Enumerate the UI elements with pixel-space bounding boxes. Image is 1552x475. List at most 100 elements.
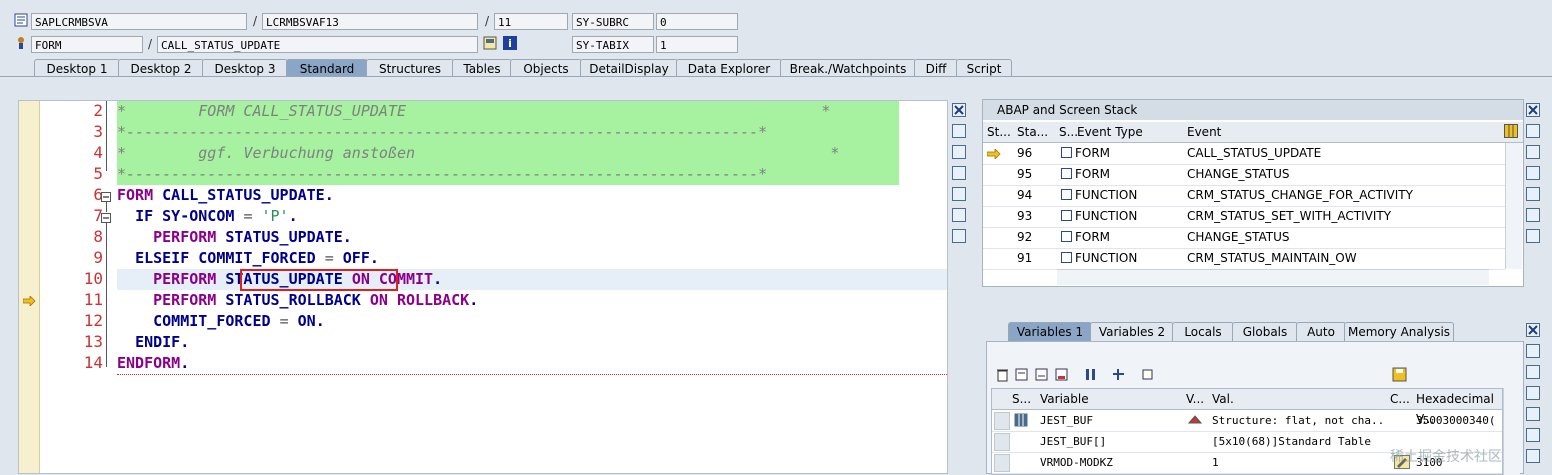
- current-frame-arrow-icon: [986, 148, 1001, 162]
- column-header[interactable]: Val.: [1212, 389, 1234, 409]
- event-type-field[interactable]: FORM: [31, 36, 143, 53]
- info-icon[interactable]: i: [503, 36, 517, 50]
- row-selector[interactable]: [994, 412, 1010, 430]
- display-icon[interactable]: [483, 36, 497, 50]
- tab-break-watchpoints[interactable]: Break./Watchpoints: [780, 59, 916, 77]
- variable-hex: 35003000340(: [1416, 414, 1496, 427]
- close-icon[interactable]: [1526, 103, 1540, 117]
- toolbar-icon-5[interactable]: [1083, 367, 1098, 382]
- close-icon[interactable]: [1526, 323, 1540, 337]
- tab-standard[interactable]: Standard: [286, 59, 368, 77]
- breakpoint-gutter[interactable]: [19, 101, 40, 473]
- tab-variables-1[interactable]: Variables 1: [1008, 322, 1092, 341]
- services-icon[interactable]: [1526, 208, 1540, 222]
- include-field[interactable]: LCRMBSVAF13: [262, 13, 478, 30]
- services-icon[interactable]: [1526, 428, 1540, 442]
- close-icon[interactable]: [952, 103, 966, 117]
- line-number: 11: [83, 290, 103, 309]
- stack-rows: 96 FORM CALL_STATUS_UPDATE 95 FORM CHANG…: [983, 143, 1505, 270]
- fold-guide: [106, 222, 107, 344]
- column-header[interactable]: Variable: [1040, 389, 1089, 409]
- tab-locals[interactable]: Locals: [1172, 322, 1234, 341]
- tab-memory-analysis[interactable]: Memory Analysis: [1344, 322, 1454, 341]
- stack-level: 95: [1017, 167, 1033, 181]
- tab-tables[interactable]: Tables: [452, 59, 512, 77]
- tab-desktop-1[interactable]: Desktop 1: [34, 59, 120, 77]
- variable-name: JEST_BUF: [1040, 414, 1093, 427]
- column-header[interactable]: C...: [1390, 389, 1410, 409]
- stack-type: FUNCTION: [1061, 185, 1137, 206]
- punct: .: [180, 354, 190, 372]
- toolbar-icon-4[interactable]: [1054, 367, 1069, 382]
- tab-objects[interactable]: Objects: [510, 59, 582, 77]
- column-header[interactable]: Event Type: [1077, 122, 1143, 142]
- program-field[interactable]: SAPLCRMBSVA: [31, 13, 247, 30]
- stack-row[interactable]: 92 FORM CHANGE_STATUS: [983, 227, 1505, 249]
- restore-icon[interactable]: [1526, 166, 1540, 180]
- tab-desktop-3[interactable]: Desktop 3: [202, 59, 288, 77]
- stack-row[interactable]: 95 FORM CHANGE_STATUS: [983, 164, 1505, 186]
- variables-vertical-scrollbar[interactable]: [1503, 388, 1520, 475]
- resize-icon[interactable]: [1526, 187, 1540, 201]
- swap-tool-icon[interactable]: [1526, 344, 1540, 358]
- swap-tool-icon[interactable]: [952, 145, 966, 159]
- tab-globals[interactable]: Globals: [1232, 322, 1298, 341]
- settings-icon[interactable]: [952, 229, 966, 243]
- column-header[interactable]: Event: [1187, 122, 1221, 142]
- toolbar-icon-3[interactable]: [1034, 367, 1049, 382]
- tab-auto[interactable]: Auto: [1296, 322, 1346, 341]
- stack-row[interactable]: 94 FUNCTION CRM_STATUS_CHANGE_FOR_ACTIVI…: [983, 185, 1505, 207]
- stack-row[interactable]: 96 FORM CALL_STATUS_UPDATE: [983, 143, 1505, 165]
- settings-icon[interactable]: [1526, 229, 1540, 243]
- tab-structures[interactable]: Structures: [366, 59, 454, 77]
- resize-icon[interactable]: [952, 187, 966, 201]
- settings-icon[interactable]: [1526, 449, 1540, 463]
- event-type-icon: [1061, 252, 1072, 263]
- toolbar-icon-6[interactable]: [1111, 367, 1126, 382]
- stack-horizontal-scrollbar[interactable]: [1057, 269, 1489, 285]
- maximize-icon[interactable]: [952, 166, 966, 180]
- source-editor[interactable]: 2 3 4 5 6 7 8 9 10 11 12 13 14 * FORM CA…: [18, 100, 948, 474]
- toolbar-icon-7[interactable]: [1140, 367, 1155, 382]
- maximize-icon[interactable]: [1526, 365, 1540, 379]
- stack-row[interactable]: 93 FUNCTION CRM_STATUS_SET_WITH_ACTIVITY: [983, 206, 1505, 228]
- stack-event: CRM_STATUS_CHANGE_FOR_ACTIVITY: [1187, 188, 1413, 202]
- swap-tool-icon[interactable]: [1526, 124, 1540, 138]
- stack-vertical-scrollbar[interactable]: [1505, 143, 1522, 269]
- maximize-icon[interactable]: [1526, 145, 1540, 159]
- column-header[interactable]: Sta...: [1017, 122, 1048, 142]
- change-icon[interactable]: [1187, 414, 1203, 429]
- stack-event: CHANGE_STATUS: [1187, 167, 1290, 181]
- code-line-7: IF SY-ONCOM = 'P'.: [117, 206, 298, 227]
- row-selector[interactable]: [994, 433, 1010, 451]
- sysfield1-value[interactable]: 0: [656, 13, 738, 30]
- tab-script[interactable]: Script: [956, 59, 1012, 77]
- tab-data-explorer[interactable]: Data Explorer: [676, 59, 782, 77]
- column-header[interactable]: S...: [1059, 122, 1078, 142]
- column-header[interactable]: St...: [987, 122, 1011, 142]
- services-icon[interactable]: [952, 208, 966, 222]
- column-header[interactable]: S...: [1012, 389, 1031, 409]
- slash-separator: /: [253, 14, 258, 28]
- restore-icon[interactable]: [1526, 386, 1540, 400]
- column-header[interactable]: V...: [1186, 389, 1204, 409]
- tab-desktop-2[interactable]: Desktop 2: [118, 59, 204, 77]
- save-icon[interactable]: [1392, 367, 1407, 382]
- resize-icon[interactable]: [1526, 407, 1540, 421]
- event-type-icon: [1061, 189, 1072, 200]
- fold-guide: [106, 101, 107, 171]
- tab-variables-2[interactable]: Variables 2: [1090, 322, 1174, 341]
- row-selector[interactable]: [994, 454, 1010, 472]
- toolbar-icon-2[interactable]: [1014, 367, 1029, 382]
- layout-icon[interactable]: [1504, 124, 1518, 141]
- stack-row[interactable]: 91 FUNCTION CRM_STATUS_MAINTAIN_OW: [983, 248, 1505, 270]
- tab-diff[interactable]: Diff: [914, 59, 958, 77]
- stack-type-label: FUNCTION: [1075, 251, 1138, 265]
- new-tool-icon[interactable]: [952, 124, 966, 138]
- sysfield2-value[interactable]: 1: [656, 36, 738, 53]
- event-name-field[interactable]: CALL_STATUS_UPDATE: [157, 36, 478, 53]
- line-field[interactable]: 11: [494, 13, 568, 30]
- delete-icon[interactable]: [995, 367, 1010, 382]
- variable-row[interactable]: JEST_BUF Structure: flat, not cha... 350…: [992, 410, 1502, 432]
- tab-detaildisplay[interactable]: DetailDisplay: [580, 59, 678, 77]
